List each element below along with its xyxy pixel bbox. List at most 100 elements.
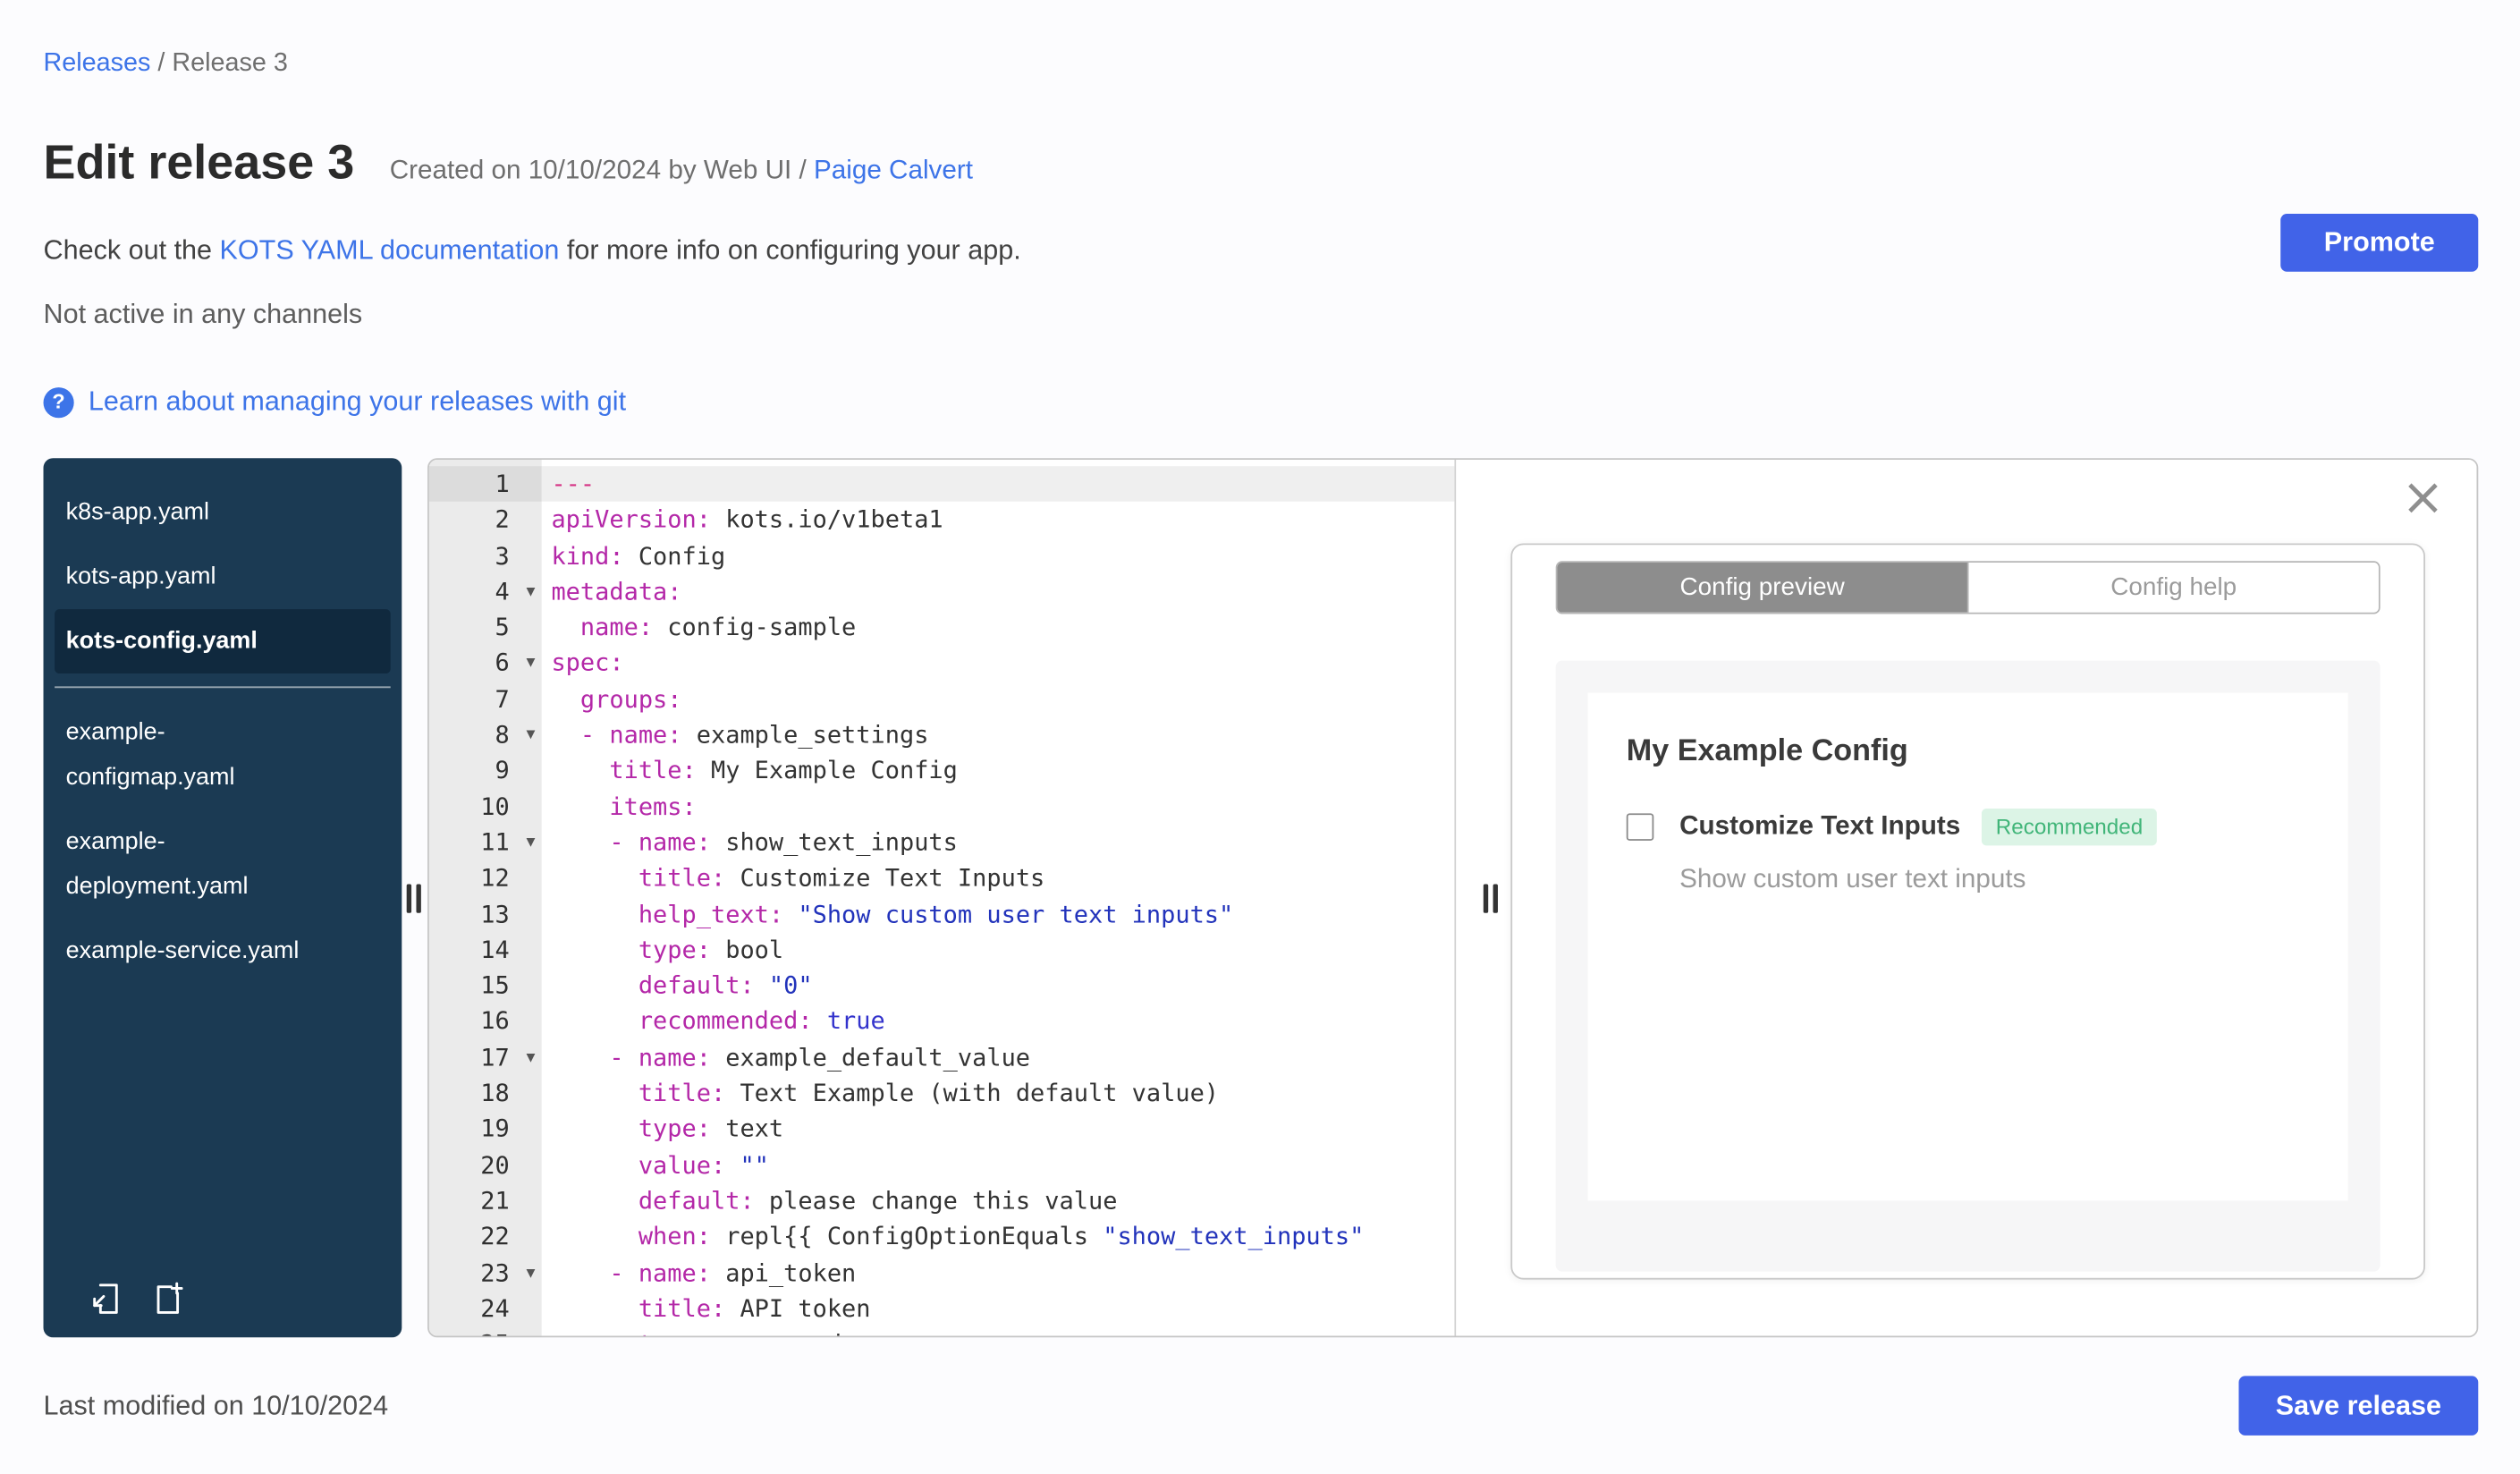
file-item-example-deployment-yaml[interactable]: example-deployment.yaml: [55, 810, 391, 919]
code-line-3[interactable]: kind: Config: [542, 538, 1455, 573]
gutter-line-13[interactable]: 13: [429, 896, 542, 932]
code-line-5[interactable]: name: config-sample: [542, 609, 1455, 645]
code-line-9[interactable]: title: My Example Config: [542, 753, 1455, 789]
fold-toggle-icon[interactable]: ▾: [527, 1039, 536, 1075]
gutter-line-19[interactable]: 19: [429, 1111, 542, 1147]
gutter-line-14[interactable]: 14: [429, 932, 542, 968]
file-item-kots-app-yaml[interactable]: kots-app.yaml: [55, 545, 391, 609]
gutter-line-16[interactable]: 16: [429, 1004, 542, 1039]
config-group-title: My Example Config: [1626, 734, 1908, 769]
code-line-19[interactable]: type: text: [542, 1111, 1455, 1147]
code-line-11[interactable]: - name: show_text_inputs: [542, 825, 1455, 860]
code-line-16[interactable]: recommended: true: [542, 1004, 1455, 1039]
fold-toggle-icon[interactable]: ▾: [527, 1255, 536, 1291]
code-line-23[interactable]: - name: api_token: [542, 1255, 1455, 1291]
gutter-line-1[interactable]: 1: [428, 466, 542, 503]
gutter-line-10[interactable]: 10: [429, 789, 542, 825]
preview-tab-toggle: Config preview Config help: [1555, 561, 2380, 614]
line-number: 20: [480, 1150, 510, 1180]
code-token: default:: [551, 970, 755, 1001]
editor-code-area[interactable]: --- apiVersion: kots.io/v1beta1 kind: Conf…: [541, 460, 1455, 1336]
fold-toggle-icon[interactable]: ▾: [527, 573, 536, 609]
code-line-17[interactable]: - name: example_default_value: [542, 1039, 1455, 1075]
code-token: example_default_value: [710, 1042, 1031, 1072]
right-resize-handle[interactable]: [1483, 883, 1498, 912]
code-line-6[interactable]: spec:: [542, 646, 1455, 682]
git-releases-link[interactable]: Learn about managing your releases with …: [89, 385, 626, 420]
code-line-13[interactable]: help_text: "Show custom user text inputs…: [542, 896, 1455, 932]
yaml-editor[interactable]: 1 2 3 4 ▾ 5 6 ▾ 7 8 ▾ 9 10 11 ▾ 12 13 14 15 16 17 ▾ 18 19 20 21 22…: [428, 459, 1457, 1336]
footer-row: Last modified on 10/10/2024 Save release: [44, 1376, 2479, 1436]
code-token: type:: [551, 935, 711, 965]
code-token: "": [740, 1150, 769, 1180]
gutter-line-5[interactable]: 5: [429, 609, 542, 645]
code-line-15[interactable]: default: "0": [542, 968, 1455, 1004]
code-line-2[interactable]: apiVersion: kots.io/v1beta1: [542, 502, 1455, 538]
edit-release-page: Releases / Release 3 Edit release 3 Crea…: [0, 0, 2520, 1474]
code-line-21[interactable]: default: please change this value: [542, 1183, 1455, 1219]
kots-yaml-docs-link[interactable]: KOTS YAML documentation: [220, 234, 560, 265]
gutter-line-20[interactable]: 20: [429, 1148, 542, 1183]
code-line-24[interactable]: title: API token: [542, 1291, 1455, 1326]
code-line-20[interactable]: value: "": [542, 1148, 1455, 1183]
gutter-line-24[interactable]: 24: [429, 1291, 542, 1326]
gutter-line-11[interactable]: 11 ▾: [429, 825, 542, 860]
gutter-line-3[interactable]: 3: [429, 538, 542, 573]
code-line-12[interactable]: title: Customize Text Inputs: [542, 860, 1455, 896]
file-item-kots-config-yaml[interactable]: kots-config.yaml: [55, 609, 391, 674]
code-line-25[interactable]: type: password: [542, 1326, 1455, 1336]
gutter-line-22[interactable]: 22: [429, 1219, 542, 1255]
gutter-line-7[interactable]: 7: [429, 682, 542, 717]
gutter-line-15[interactable]: 15: [429, 968, 542, 1004]
tab-config-preview[interactable]: Config preview: [1557, 563, 1969, 613]
gutter-line-25[interactable]: 25: [429, 1326, 542, 1336]
file-item-example-configmap-yaml[interactable]: example-configmap.yaml: [55, 701, 391, 810]
code-token: type:: [551, 1330, 711, 1336]
gutter-line-9[interactable]: 9: [429, 753, 542, 789]
code-line-1[interactable]: ---: [541, 466, 1455, 503]
line-number: 13: [480, 899, 510, 928]
sidebar-editor-gap: [402, 458, 427, 1337]
fold-toggle-icon[interactable]: ▾: [527, 717, 536, 753]
code-line-10[interactable]: items:: [542, 789, 1455, 825]
gutter-line-8[interactable]: 8 ▾: [429, 717, 542, 753]
breadcrumb-releases-link[interactable]: Releases: [44, 50, 151, 78]
gutter-line-2[interactable]: 2: [429, 502, 542, 538]
gutter-line-6[interactable]: 6 ▾: [429, 646, 542, 682]
line-number: 19: [480, 1114, 510, 1144]
tab-config-help[interactable]: Config help: [1968, 563, 2379, 613]
code-token: items:: [551, 792, 697, 821]
file-item-k8s-app-yaml[interactable]: k8s-app.yaml: [55, 480, 391, 545]
close-icon[interactable]: ×: [2401, 470, 2444, 524]
line-number: 21: [480, 1186, 510, 1216]
promote-button[interactable]: Promote: [2280, 214, 2479, 272]
customize-text-inputs-checkbox[interactable]: [1626, 813, 1654, 841]
save-release-button[interactable]: Save release: [2238, 1376, 2479, 1436]
fold-toggle-icon[interactable]: ▾: [527, 825, 536, 860]
gutter-line-18[interactable]: 18: [429, 1075, 542, 1111]
upload-file-icon[interactable]: [87, 1280, 125, 1318]
new-file-icon[interactable]: [149, 1280, 188, 1318]
config-item-label: Customize Text Inputs: [1679, 811, 1961, 841]
gutter-line-12[interactable]: 12: [429, 860, 542, 896]
code-line-18[interactable]: title: Text Example (with default value): [542, 1075, 1455, 1111]
gutter-line-4[interactable]: 4 ▾: [429, 573, 542, 609]
code-token: - name:: [551, 1042, 711, 1072]
code-line-14[interactable]: type: bool: [542, 932, 1455, 968]
code-line-4[interactable]: metadata:: [542, 573, 1455, 609]
code-line-7[interactable]: groups:: [542, 682, 1455, 717]
code-token: title:: [551, 1293, 726, 1323]
code-line-8[interactable]: - name: example_settings: [542, 717, 1455, 753]
fold-toggle-icon[interactable]: ▾: [527, 646, 536, 682]
left-resize-handle[interactable]: [406, 883, 421, 912]
author-link[interactable]: Paige Calvert: [814, 156, 973, 184]
code-token: "Show custom user text inputs": [798, 899, 1234, 928]
file-item-example-service-yaml[interactable]: example-service.yaml: [55, 919, 391, 984]
code-line-22[interactable]: when: repl{{ ConfigOptionEquals "show_te…: [542, 1219, 1455, 1255]
gutter-line-23[interactable]: 23 ▾: [429, 1255, 542, 1291]
gutter-line-17[interactable]: 17 ▾: [429, 1039, 542, 1075]
gutter-line-21[interactable]: 21: [429, 1183, 542, 1219]
sidebar-actions: [87, 1280, 188, 1318]
code-token: api_token: [710, 1258, 857, 1287]
